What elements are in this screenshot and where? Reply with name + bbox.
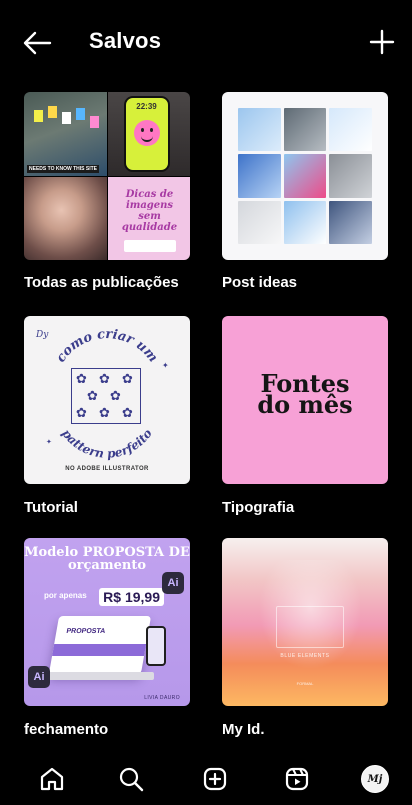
arc-bottom-text: pattern perfeito: [59, 426, 155, 460]
phone-time: 22:39: [136, 102, 157, 111]
collection-label[interactable]: Post ideas: [222, 274, 297, 291]
collection-cover-tutorial[interactable]: Dy como criar um pattern perfeito ✦ ✦ ✿ …: [24, 316, 190, 484]
collection-label[interactable]: fechamento: [24, 721, 108, 738]
page-title: Salvos: [89, 28, 162, 53]
cover-photo-wall: NEEDS TO KNOW THIS SITE: [24, 92, 107, 176]
cover-photo-pink-post: Dicas de imagens sem qualidade: [107, 176, 190, 260]
collection-label[interactable]: Tutorial: [24, 499, 78, 516]
nav-create[interactable]: [200, 764, 230, 794]
svg-text:como criar um: como criar um: [54, 327, 161, 365]
cover-signature: LIVIA DAURO: [144, 695, 180, 701]
cover-photo-portrait: [24, 176, 107, 260]
header: Salvos: [0, 0, 412, 86]
svg-text:✦: ✦: [46, 438, 52, 446]
smiley-icon: [133, 120, 160, 146]
collection-cover-fechamento[interactable]: Modelo PROPOSTA DE orçamento por apenas …: [24, 538, 190, 706]
laptop-mockup: PROPOSTA: [48, 616, 152, 674]
collection-label[interactable]: Todas as publicações: [24, 274, 179, 291]
arrow-left-icon: [23, 31, 52, 55]
cover-headline: Fontes do mês: [257, 369, 353, 419]
cover-headline: Modelo PROPOSTA DE orçamento: [24, 545, 190, 573]
laptop-title: PROPOSTA: [65, 628, 106, 635]
cover-caption: NEEDS TO KNOW THIS SITE: [27, 164, 99, 173]
cover-frame: [276, 606, 344, 648]
collection-cover-post-ideas[interactable]: [222, 92, 388, 260]
price-tag: R$ 19,99: [99, 588, 164, 606]
cover-photo-phone: 22:39: [107, 92, 190, 176]
add-collection-button[interactable]: [368, 28, 396, 56]
collection-cover-tipografia[interactable]: Fontes do mês: [222, 316, 388, 484]
collection-cover-my-id[interactable]: BLUE ELEMENTS FORMAL: [222, 538, 388, 706]
home-icon: [40, 767, 64, 791]
profile-avatar[interactable]: Mj: [361, 765, 389, 793]
illustrator-badge: Ai: [28, 666, 50, 688]
back-button[interactable]: [22, 30, 52, 56]
illustrator-badge: Ai: [162, 572, 184, 594]
moodboard-grid: [238, 108, 372, 244]
nav-search[interactable]: [116, 764, 146, 794]
cover-mini-caption: FORMAL: [296, 681, 314, 686]
collection-cover-todas[interactable]: NEEDS TO KNOW THIS SITE 22:39 Dicas de i…: [24, 92, 190, 260]
svg-text:✦: ✦: [162, 361, 169, 370]
collection-label[interactable]: My Id.: [222, 721, 265, 738]
cover-caption: BLUE ELEMENTS: [280, 653, 330, 659]
plus-square-icon: [203, 767, 227, 791]
nav-home[interactable]: [37, 764, 67, 794]
search-icon: [119, 767, 144, 792]
phone-mockup: 22:39: [123, 96, 170, 172]
svg-text:pattern perfeito: pattern perfeito: [59, 426, 155, 460]
bottom-nav: Mj: [0, 752, 412, 805]
pattern-card: ✿ ✿ ✿ ✿ ✿ ✿ ✿ ✿: [71, 368, 141, 424]
pink-post-title: Dicas de imagens sem qualidade: [121, 188, 178, 233]
arc-top-text: como criar um: [54, 327, 161, 365]
collection-label[interactable]: Tipografia: [222, 499, 294, 516]
price-prefix: por apenas: [44, 591, 87, 600]
plus-icon: [369, 29, 395, 55]
phone-mockup: [146, 626, 166, 666]
cover-footer: NO ADOBE ILLUSTRATOR: [65, 466, 149, 472]
nav-reels[interactable]: [282, 764, 312, 794]
reels-icon: [285, 767, 309, 791]
